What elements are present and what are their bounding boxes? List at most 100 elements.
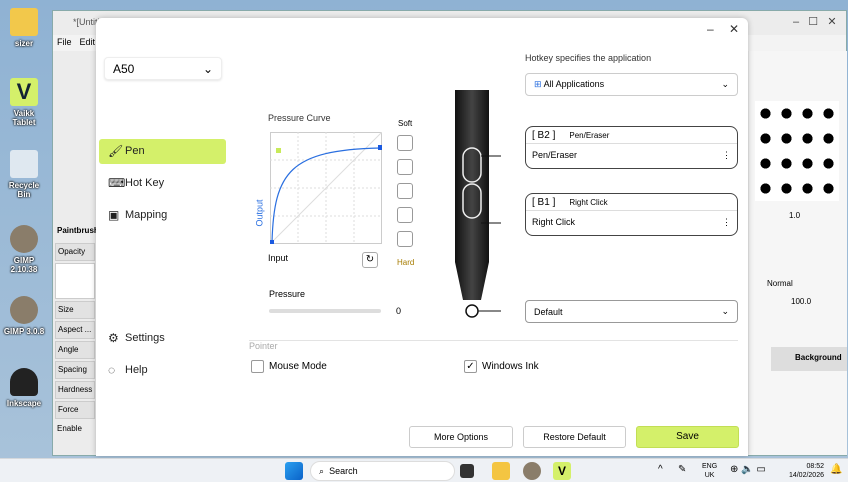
close-button[interactable]: ✕	[729, 22, 739, 36]
save-button[interactable]: Save	[636, 426, 739, 448]
divider	[249, 340, 738, 341]
mouse-mode-label: Mouse Mode	[269, 361, 327, 372]
nav-help[interactable]: ◌ Help	[99, 358, 226, 383]
pressure-curve-graph[interactable]	[270, 132, 382, 244]
enable-checkbox[interactable]: Enable	[55, 421, 95, 439]
pen-tray-icon[interactable]: ✎	[678, 464, 686, 475]
button-b2-card[interactable]: [ B2 ] Pen/Eraser Pen/Eraser ⋮	[525, 126, 738, 169]
curve-preset-2[interactable]	[397, 159, 413, 175]
curve-preset-1[interactable]	[397, 135, 413, 151]
curve-preset-4[interactable]	[397, 207, 413, 223]
vaikk-taskbar-icon[interactable]: V	[553, 462, 571, 480]
vaikk-logo-icon: V	[10, 78, 38, 106]
nav-label: Hot Key	[125, 177, 165, 189]
nav-hot-key[interactable]: ⌨ Hot Key	[99, 171, 226, 196]
hotkey-label: Hotkey specifies the application	[525, 53, 652, 63]
time: 08:52	[806, 463, 824, 470]
tip-select[interactable]: Default ⌄	[525, 300, 738, 323]
inkscape-icon	[10, 368, 38, 396]
taskbar-search[interactable]: ⌕ Search	[310, 461, 455, 481]
hotkey-icon: ⌨	[108, 176, 126, 190]
chevron-down-icon: ⌄	[721, 306, 729, 316]
curve-title: Pressure Curve	[268, 113, 331, 123]
clock[interactable]: 08:52 14/02/2026	[780, 462, 824, 480]
nav-mapping[interactable]: ▣ Mapping	[99, 203, 226, 228]
brushes-grid[interactable]	[755, 101, 839, 201]
region: UK	[704, 472, 715, 479]
windows-ink-checkbox[interactable]: ✓	[464, 360, 477, 373]
gimp-window-controls[interactable]: – ☐ ✕	[793, 15, 837, 28]
nav-label: Mapping	[125, 209, 168, 221]
apps-grid-icon: ⊞	[534, 79, 542, 89]
button-key: [ B2 ]	[532, 130, 556, 141]
reset-curve-button[interactable]: ↻	[362, 252, 378, 268]
task-view-icon[interactable]	[460, 464, 474, 478]
application-value: All Applications	[543, 79, 605, 89]
layer-row[interactable]: Background	[771, 347, 847, 371]
bell-icon[interactable]: 🔔	[830, 464, 842, 475]
desktop-icon-gimp3[interactable]: GIMP 3.0.8	[2, 296, 46, 336]
more-options-button[interactable]: More Options	[409, 426, 513, 448]
gimp-taskbar-icon[interactable]	[523, 462, 541, 480]
button-name: Right Click	[569, 198, 608, 207]
nav-settings[interactable]: ⚙ Settings	[99, 326, 226, 351]
button-b1-card[interactable]: [ B1 ] Right Click Right Click ⋮	[525, 193, 738, 236]
desktop-icon-vaikk[interactable]: V Vaikk Tablet	[2, 78, 46, 127]
minimize-button[interactable]: –	[707, 22, 714, 36]
mouse-mode-checkbox[interactable]	[251, 360, 264, 373]
brush-preview[interactable]	[55, 263, 95, 299]
application-select[interactable]: ⊞ All Applications ⌄	[525, 73, 738, 96]
nav-label: Settings	[125, 332, 165, 344]
soft-label: Soft	[398, 119, 413, 128]
desktop-icon-sizer[interactable]: sizer	[2, 8, 46, 48]
force-slider[interactable]: Force	[55, 401, 95, 419]
curve-preset-3[interactable]	[397, 183, 413, 199]
layer-opacity[interactable]: 100.0	[791, 297, 811, 306]
nav-pen[interactable]: 🖌 Pen	[99, 139, 226, 164]
aspect-slider[interactable]: Aspect ...	[55, 321, 95, 339]
tablet-settings-dialog: – ✕ A50 ⌄ 🖌 Pen ⌨ Hot Key ▣ Mapping ⚙ Setting…	[96, 18, 748, 456]
chevron-down-icon: ⌄	[202, 61, 213, 76]
date: 14/02/2026	[788, 472, 824, 479]
opacity-slider[interactable]: Opacity	[55, 243, 95, 261]
menu-edit[interactable]: Edit	[80, 37, 96, 47]
menu-file[interactable]: File	[57, 37, 72, 47]
restore-default-button[interactable]: Restore Default	[523, 426, 626, 448]
folder-icon	[10, 8, 38, 36]
desktop-icon-inkscape[interactable]: Inkscape	[2, 368, 46, 408]
windows-start-icon[interactable]	[285, 462, 303, 480]
desktop-icon-gimp2[interactable]: GIMP 2.10.38	[2, 225, 46, 274]
tray-chevron-icon[interactable]: ^	[658, 464, 663, 475]
brush-size-value[interactable]: 1.0	[789, 211, 800, 220]
button-value: Pen/Eraser	[532, 150, 578, 160]
chevron-down-icon: ⌄	[721, 79, 729, 89]
brush-icon: 🖌	[108, 144, 124, 158]
angle-slider[interactable]: Angle	[55, 341, 95, 359]
mapping-icon: ▣	[108, 208, 120, 222]
spacing-slider[interactable]: Spacing	[55, 361, 95, 379]
layer-mode[interactable]: Normal	[767, 279, 793, 288]
nav-label: Help	[125, 364, 148, 376]
nav-label: Pen	[125, 145, 145, 157]
hard-label: Hard	[397, 258, 415, 267]
language-indicator[interactable]: ENG UK	[702, 462, 717, 480]
curve-preset-5[interactable]	[397, 231, 413, 247]
windows-ink-label: Windows Ink	[482, 361, 539, 372]
file-explorer-icon[interactable]	[492, 462, 510, 480]
more-vertical-icon[interactable]: ⋮	[722, 150, 731, 162]
help-icon: ◌	[108, 363, 116, 377]
gimp-icon	[10, 296, 38, 324]
network-volume-battery-icons[interactable]: ⊕ 🔈 ▭	[730, 464, 766, 475]
desktop-icon-recycle-bin[interactable]: Recycle Bin	[2, 150, 46, 199]
device-select[interactable]: A50 ⌄	[104, 57, 222, 80]
gimp-icon	[10, 225, 38, 253]
recycle-bin-icon	[10, 150, 38, 178]
taskbar: ⌕ Search V ^ ✎ ENG UK ⊕ 🔈 ▭ 08:52 14/02/20…	[0, 458, 848, 482]
pressure-value: 0	[396, 306, 402, 316]
more-vertical-icon[interactable]: ⋮	[722, 217, 731, 229]
pointer-label: Pointer	[249, 341, 278, 351]
gimp-right-dock: 1.0 Normal 100.0 Background	[749, 51, 847, 455]
hardness-slider[interactable]: Hardness	[55, 381, 95, 399]
tool-options-panel: Paintbrush Opacity Size Aspect ... Angle…	[53, 221, 99, 441]
size-slider[interactable]: Size	[55, 301, 95, 319]
